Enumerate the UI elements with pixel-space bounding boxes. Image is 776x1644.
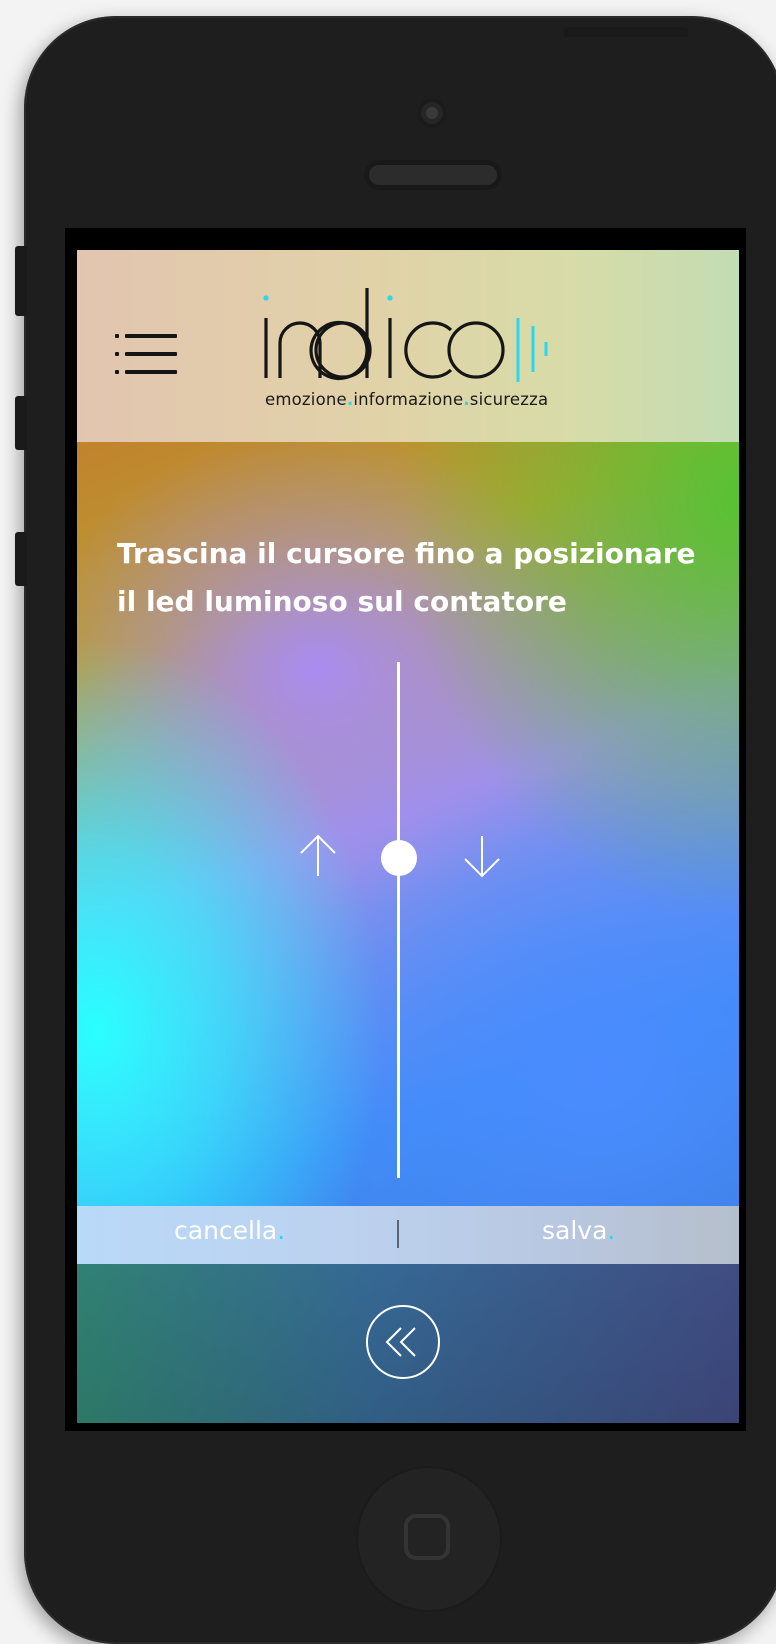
tagline: emozione.informazione.sicurezza <box>265 390 549 409</box>
save-button[interactable]: salva. <box>542 1216 615 1245</box>
instruction-line-2: il led luminoso sul contatore <box>117 585 567 618</box>
tagline-sicurezza: sicurezza <box>469 390 549 409</box>
action-divider <box>397 1220 399 1248</box>
instruction-line-1: Trascina il cursore fino a posizionare <box>117 537 696 570</box>
slider-track[interactable] <box>397 662 400 1178</box>
home-button[interactable] <box>356 1466 502 1612</box>
volume-down-button <box>15 532 27 586</box>
action-bar: cancella. salva. <box>77 1206 739 1264</box>
hamburger-menu-icon[interactable] <box>115 334 177 374</box>
tagline-emozione: emozione <box>265 390 347 409</box>
mute-switch <box>15 246 27 316</box>
double-chevron-left-icon <box>385 1327 416 1357</box>
app-screen: emozione.informazione.sicurezza Trascina… <box>77 250 739 1423</box>
front-camera <box>417 98 447 128</box>
volume-up-button <box>15 396 27 450</box>
instruction-text: Trascina il cursore fino a posizionare i… <box>117 530 717 626</box>
back-button[interactable] <box>365 1304 441 1380</box>
arrow-down-icon[interactable] <box>463 834 501 878</box>
power-button <box>564 27 688 37</box>
cancel-button[interactable]: cancella. <box>174 1216 285 1245</box>
slider-thumb[interactable] <box>381 840 417 877</box>
arrow-up-icon[interactable] <box>299 834 337 878</box>
bottom-area <box>77 1264 739 1423</box>
app-header: emozione.informazione.sicurezza <box>77 250 739 442</box>
tagline-informazione: informazione <box>353 390 464 409</box>
earpiece-speaker <box>364 160 502 190</box>
